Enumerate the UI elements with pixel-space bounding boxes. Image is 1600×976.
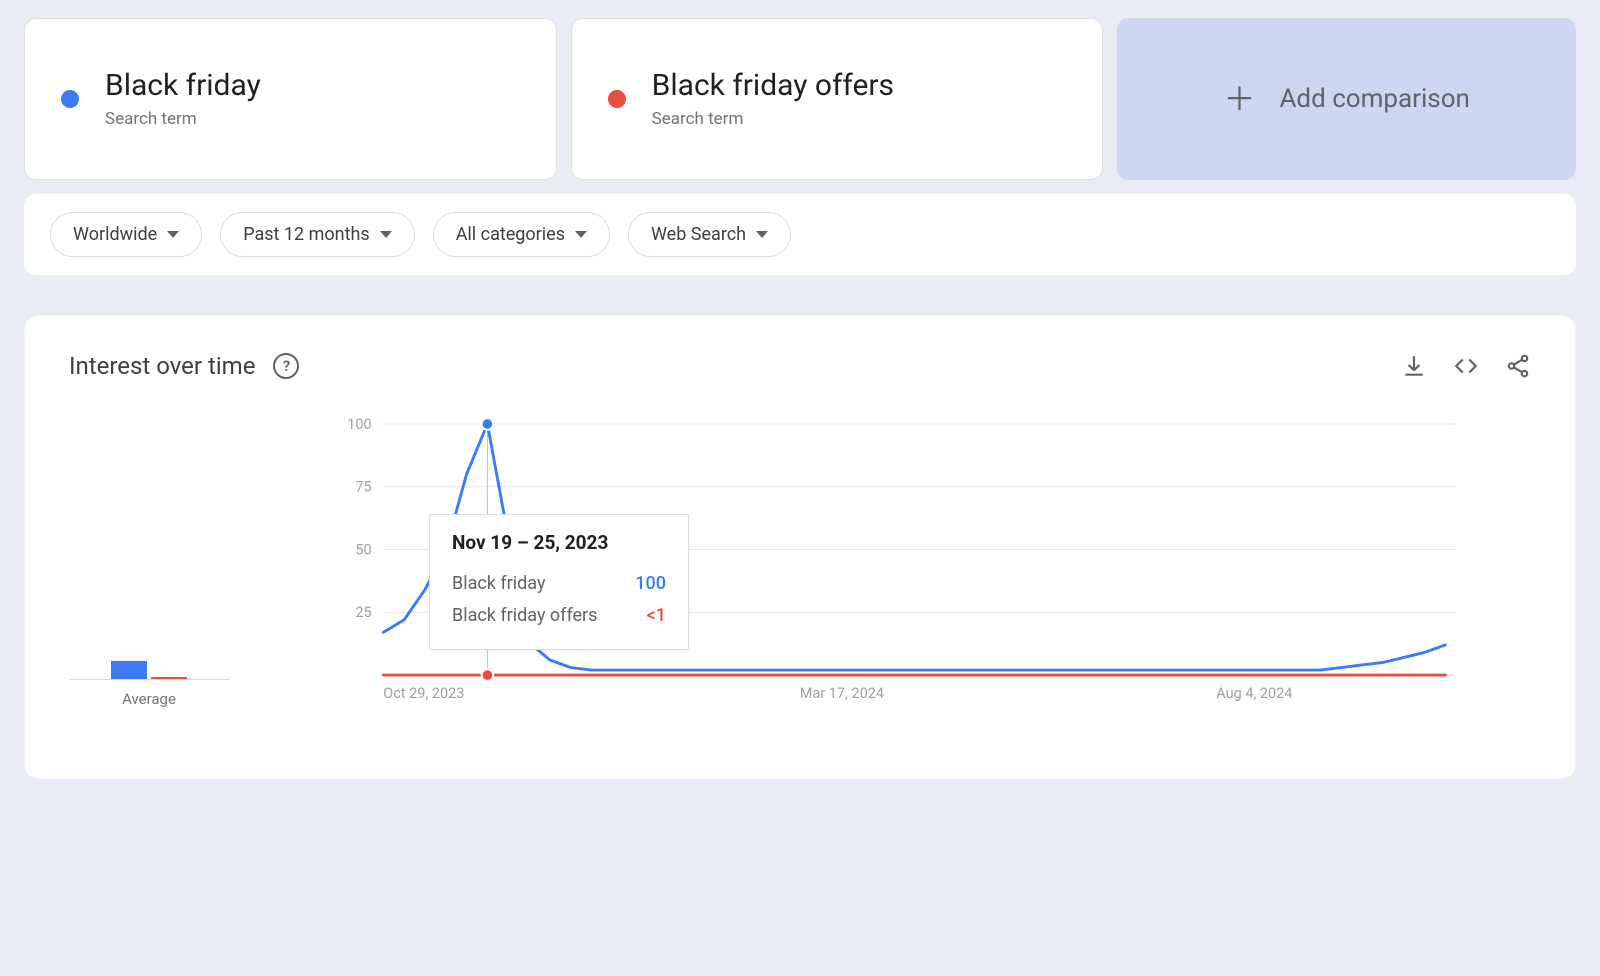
term-card-1[interactable]: Black friday Search term (24, 18, 557, 180)
average-bar-series-2 (151, 677, 187, 679)
interest-over-time-panel: Interest over time ? Average (24, 315, 1576, 779)
add-comparison-button[interactable]: ＋ Add comparison (1117, 18, 1576, 180)
filter-surface[interactable]: Web Search (628, 212, 791, 257)
filter-surface-label: Web Search (651, 224, 746, 245)
filter-period[interactable]: Past 12 months (220, 212, 414, 257)
chevron-down-icon (575, 231, 587, 238)
tooltip-row-2-value: <1 (647, 600, 666, 632)
term-card-2[interactable]: Black friday offers Search term (571, 18, 1104, 180)
chart-header: Interest over time ? (69, 352, 1531, 380)
filter-bar: Worldwide Past 12 months All categories … (24, 194, 1576, 275)
svg-text:75: 75 (355, 479, 371, 496)
plus-icon: ＋ (1223, 83, 1255, 115)
chart-tooltip: Nov 19 – 25, 2023 Black friday 100 Black… (429, 514, 689, 650)
filter-category-label: All categories (456, 224, 565, 245)
svg-text:50: 50 (355, 541, 371, 558)
comparison-cards-row: Black friday Search term Black friday of… (24, 18, 1576, 180)
term-1-sub: Search term (105, 109, 261, 129)
embed-icon[interactable] (1453, 353, 1479, 379)
tooltip-row-2-name: Black friday offers (452, 600, 597, 632)
share-icon[interactable] (1505, 353, 1531, 379)
tooltip-row-2: Black friday offers <1 (452, 600, 666, 632)
page-root: Black friday Search term Black friday of… (0, 0, 1600, 976)
term-2-sub: Search term (652, 109, 894, 129)
term-2-label: Black friday offers (652, 69, 894, 104)
term-card-2-text: Black friday offers Search term (652, 69, 894, 130)
term-1-label: Black friday (105, 69, 261, 104)
tooltip-row-1: Black friday 100 (452, 568, 666, 600)
svg-text:25: 25 (355, 604, 371, 621)
chevron-down-icon (380, 231, 392, 238)
average-label: Average (122, 690, 176, 708)
chevron-down-icon (756, 231, 768, 238)
average-column: Average (69, 420, 229, 708)
filter-period-label: Past 12 months (243, 224, 369, 245)
average-bars (69, 420, 229, 680)
series-color-dot-2 (608, 90, 626, 108)
term-card-1-text: Black friday Search term (105, 69, 261, 130)
tooltip-row-1-name: Black friday (452, 568, 545, 600)
tooltip-row-1-value: 100 (635, 568, 666, 600)
svg-text:Oct 29, 2023: Oct 29, 2023 (383, 685, 464, 702)
svg-text:Mar 17, 2024: Mar 17, 2024 (800, 685, 884, 702)
svg-text:100: 100 (347, 416, 371, 433)
chart-body: Average 25 50 75 100 Oct 29, 2023 Mar 17, 202… (69, 420, 1531, 708)
svg-text:Aug 4, 2024: Aug 4, 2024 (1216, 685, 1292, 702)
help-icon[interactable]: ? (273, 353, 299, 379)
add-comparison-label: Add comparison (1279, 84, 1469, 114)
plot-area[interactable]: 25 50 75 100 Oct 29, 2023 Mar 17, 2024 Aug 4, … (259, 424, 1531, 708)
filter-region[interactable]: Worldwide (50, 212, 202, 257)
filter-region-label: Worldwide (73, 224, 157, 245)
download-icon[interactable] (1401, 353, 1427, 379)
chevron-down-icon (167, 231, 179, 238)
filter-category[interactable]: All categories (433, 212, 610, 257)
chart-title: Interest over time (69, 352, 255, 380)
series-color-dot-1 (61, 90, 79, 108)
tooltip-title: Nov 19 – 25, 2023 (452, 531, 666, 554)
average-bar-series-1 (111, 661, 147, 679)
chart-actions (1401, 353, 1531, 379)
